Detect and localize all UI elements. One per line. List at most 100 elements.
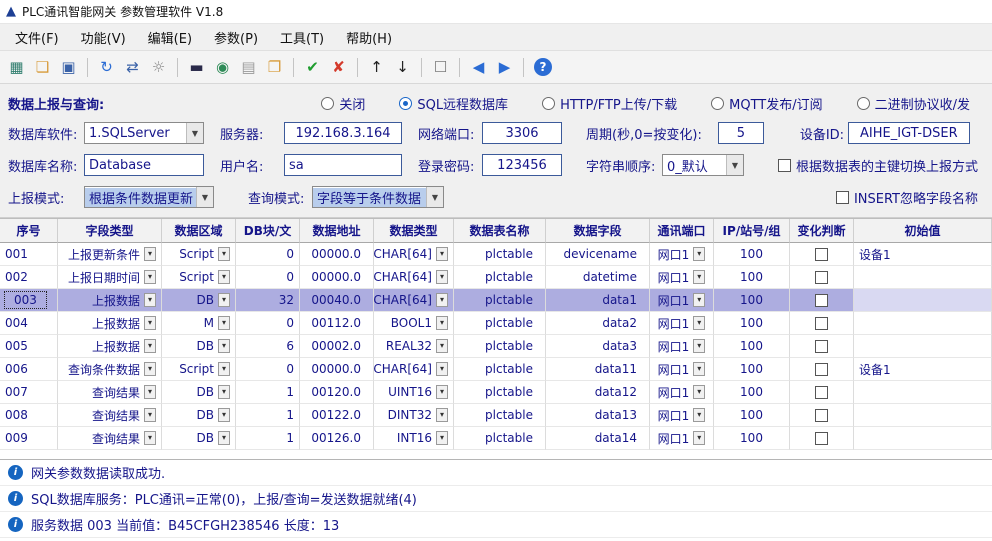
cell-check[interactable] [790, 243, 854, 266]
cell-db_block[interactable]: 32 [236, 289, 300, 312]
cell-ip[interactable]: 100 [714, 312, 790, 335]
data_type-dropdown-icon[interactable]: ▾ [436, 247, 448, 261]
table-row[interactable]: 003上报数据▾DB▾3200040.0CHAR[64]▾plctabledat… [0, 289, 992, 312]
cell-initial[interactable] [854, 381, 992, 404]
next-icon[interactable]: ▶ [493, 56, 516, 79]
change-check-checkbox[interactable] [815, 248, 828, 261]
cell-field_type[interactable]: 上报日期时间▾ [58, 266, 162, 289]
cell-table_name[interactable]: plctable [454, 404, 546, 427]
cell-db_block[interactable]: 0 [236, 243, 300, 266]
port-dropdown-icon[interactable]: ▾ [693, 431, 705, 445]
cell-seq[interactable]: 005 [0, 335, 58, 358]
cell-check[interactable] [790, 427, 854, 450]
column-header[interactable]: 数据地址 [300, 219, 374, 243]
cell-initial[interactable] [854, 427, 992, 450]
cell-check[interactable] [790, 358, 854, 381]
data_type-dropdown-icon[interactable]: ▾ [436, 316, 448, 330]
cell-region[interactable]: M▾ [162, 312, 236, 335]
cell-field_type[interactable]: 查询结果▾ [58, 427, 162, 450]
cell-check[interactable] [790, 289, 854, 312]
apply-check-icon[interactable]: ✔ [301, 56, 324, 79]
cell-ip[interactable]: 100 [714, 266, 790, 289]
cell-data_type[interactable]: BOOL1▾ [374, 312, 454, 335]
cell-ip[interactable]: 100 [714, 335, 790, 358]
cell-port[interactable]: 网口1▾ [650, 381, 714, 404]
cell-address[interactable]: 00000.0 [300, 358, 374, 381]
save-icon[interactable]: ▣ [57, 56, 80, 79]
cell-port[interactable]: 网口1▾ [650, 312, 714, 335]
cell-seq[interactable]: 001 [0, 243, 58, 266]
cell-field_type[interactable]: 上报数据▾ [58, 335, 162, 358]
period-input[interactable] [718, 122, 764, 144]
change-check-checkbox[interactable] [815, 432, 828, 445]
region-dropdown-icon[interactable]: ▾ [218, 270, 230, 284]
region-dropdown-icon[interactable]: ▾ [218, 362, 230, 376]
cell-db_block[interactable]: 1 [236, 404, 300, 427]
cell-field[interactable]: datetime [546, 266, 650, 289]
cell-table_name[interactable]: plctable [454, 289, 546, 312]
cell-address[interactable]: 00000.0 [300, 266, 374, 289]
query-mode-select[interactable]: 字段等于条件数据 ▼ [312, 186, 444, 208]
port-dropdown-icon[interactable]: ▾ [693, 293, 705, 307]
field_type-dropdown-icon[interactable]: ▾ [144, 408, 156, 422]
port-dropdown-icon[interactable]: ▾ [693, 247, 705, 261]
cell-seq[interactable]: 007 [0, 381, 58, 404]
cell-seq[interactable]: 004 [0, 312, 58, 335]
cell-field[interactable]: data12 [546, 381, 650, 404]
cancel-icon[interactable]: ✘ [327, 56, 350, 79]
cell-table_name[interactable]: plctable [454, 266, 546, 289]
port-dropdown-icon[interactable]: ▾ [693, 408, 705, 422]
column-header[interactable]: 序号 [0, 219, 58, 243]
cell-seq[interactable]: 003 [0, 289, 58, 312]
radio-option[interactable]: HTTP/FTP上传/下载 [542, 94, 677, 113]
cell-field[interactable]: data3 [546, 335, 650, 358]
report-mode-select[interactable]: 根据条件数据更新 ▼ [84, 186, 214, 208]
cell-field_type[interactable]: 查询条件数据▾ [58, 358, 162, 381]
cell-seq[interactable]: 002 [0, 266, 58, 289]
monitor-icon[interactable]: ▬ [185, 56, 208, 79]
cell-ip[interactable]: 100 [714, 381, 790, 404]
password-input[interactable] [482, 154, 562, 176]
region-dropdown-icon[interactable]: ▾ [218, 339, 230, 353]
change-check-checkbox[interactable] [815, 386, 828, 399]
cell-table_name[interactable]: plctable [454, 427, 546, 450]
column-header[interactable]: 字段类型 [58, 219, 162, 243]
cell-address[interactable]: 00000.0 [300, 243, 374, 266]
cell-ip[interactable]: 100 [714, 289, 790, 312]
region-dropdown-icon[interactable]: ▾ [218, 316, 230, 330]
port-dropdown-icon[interactable]: ▾ [693, 362, 705, 376]
cell-seq[interactable]: 006 [0, 358, 58, 381]
table-row[interactable]: 002上报日期时间▾Script▾000000.0CHAR[64]▾plctab… [0, 266, 992, 289]
cell-field_type[interactable]: 上报数据▾ [58, 312, 162, 335]
cell-db_block[interactable]: 1 [236, 381, 300, 404]
data_type-dropdown-icon[interactable]: ▾ [436, 385, 448, 399]
cell-address[interactable]: 00002.0 [300, 335, 374, 358]
cell-port[interactable]: 网口1▾ [650, 335, 714, 358]
port-dropdown-icon[interactable]: ▾ [693, 385, 705, 399]
cell-ip[interactable]: 100 [714, 358, 790, 381]
column-header[interactable]: 变化判断 [790, 219, 854, 243]
cell-field[interactable]: data11 [546, 358, 650, 381]
change-check-checkbox[interactable] [815, 271, 828, 284]
plc-connect-icon[interactable]: ▦ [5, 56, 28, 79]
cell-data_type[interactable]: CHAR[64]▾ [374, 289, 454, 312]
refresh-icon[interactable]: ↻ [95, 56, 118, 79]
cell-field[interactable]: data13 [546, 404, 650, 427]
cell-initial[interactable] [854, 266, 992, 289]
radio-option[interactable]: MQTT发布/订阅 [711, 94, 822, 113]
region-dropdown-icon[interactable]: ▾ [218, 385, 230, 399]
region-dropdown-icon[interactable]: ▾ [218, 247, 230, 261]
column-header[interactable]: 数据区域 [162, 219, 236, 243]
table-row[interactable]: 005上报数据▾DB▾600002.0REAL32▾plctabledata3网… [0, 335, 992, 358]
cell-address[interactable]: 00126.0 [300, 427, 374, 450]
cell-seq[interactable]: 009 [0, 427, 58, 450]
port-dropdown-icon[interactable]: ▾ [693, 316, 705, 330]
cell-region[interactable]: DB▾ [162, 381, 236, 404]
cell-region[interactable]: DB▾ [162, 335, 236, 358]
cell-data_type[interactable]: CHAR[64]▾ [374, 243, 454, 266]
data_type-dropdown-icon[interactable]: ▾ [436, 431, 448, 445]
column-header[interactable]: 数据字段 [546, 219, 650, 243]
cell-field_type[interactable]: 上报数据▾ [58, 289, 162, 312]
chevron-down-icon[interactable]: ▼ [426, 187, 443, 207]
column-header[interactable]: IP/站号/组 [714, 219, 790, 243]
